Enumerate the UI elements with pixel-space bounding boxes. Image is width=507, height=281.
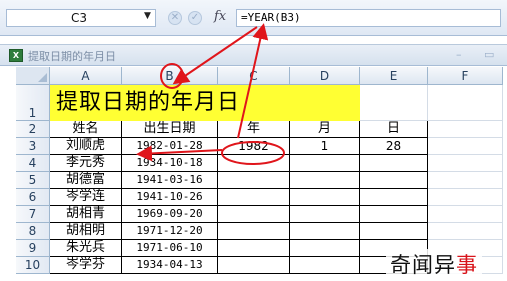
sheet-title-cell[interactable]: 提取日期的年月日 [50, 85, 360, 121]
column-header-f[interactable]: F [428, 67, 503, 85]
month-cell[interactable] [290, 189, 360, 206]
cell[interactable] [428, 206, 503, 223]
column-header-d[interactable]: D [290, 67, 360, 85]
month-cell[interactable]: 1 [290, 138, 360, 155]
month-cell[interactable] [290, 240, 360, 257]
cell[interactable] [428, 189, 503, 206]
name-cell[interactable]: 李元秀 [50, 155, 122, 172]
day-cell[interactable]: 28 [360, 138, 428, 155]
formula-buttons: ✕ ✓ fx [162, 9, 232, 27]
birth-date-cell[interactable]: 1971-12-20 [122, 223, 218, 240]
row-header-5[interactable]: 5 [16, 172, 50, 189]
year-cell[interactable] [218, 189, 290, 206]
day-cell[interactable] [360, 155, 428, 172]
header-cell[interactable]: 姓名 [50, 121, 122, 138]
maximize-button[interactable]: ▭ [484, 48, 494, 61]
name-cell[interactable]: 岑学连 [50, 189, 122, 206]
birth-date-cell[interactable]: 1941-03-16 [122, 172, 218, 189]
workbook-title-bar: X 提取日期的年月日 – ▭ [0, 44, 507, 66]
day-cell[interactable] [360, 223, 428, 240]
birth-date-cell[interactable]: 1982-01-28 [122, 138, 218, 155]
cell[interactable] [428, 121, 503, 138]
cell[interactable] [428, 172, 503, 189]
column-header-b[interactable]: B [122, 67, 218, 85]
row-header-6[interactable]: 6 [16, 189, 50, 206]
column-header-e[interactable]: E [360, 67, 428, 85]
header-cell[interactable]: 月 [290, 121, 360, 138]
select-all-button[interactable] [16, 67, 50, 85]
row-header-7[interactable]: 7 [16, 206, 50, 223]
name-cell[interactable]: 胡相明 [50, 223, 122, 240]
header-cell[interactable]: 年 [218, 121, 290, 138]
day-cell[interactable] [360, 172, 428, 189]
row-header-3[interactable]: 3 [16, 138, 50, 155]
formula-input[interactable]: =YEAR(B3) [236, 9, 501, 27]
day-cell[interactable] [360, 206, 428, 223]
column-header-a[interactable]: A [50, 67, 122, 85]
birth-date-cell[interactable]: 1934-04-13 [122, 257, 218, 274]
insert-function-icon[interactable]: fx [214, 9, 226, 24]
name-cell[interactable]: 胡相青 [50, 206, 122, 223]
name-cell[interactable]: 岑学芬 [50, 257, 122, 274]
name-box[interactable]: C3 [6, 9, 156, 27]
row-header-1[interactable]: 1 [16, 85, 50, 121]
birth-date-cell[interactable]: 1934-10-18 [122, 155, 218, 172]
header-cell[interactable]: 日 [360, 121, 428, 138]
month-cell[interactable] [290, 155, 360, 172]
year-cell[interactable] [218, 206, 290, 223]
year-cell[interactable] [218, 240, 290, 257]
enter-icon[interactable]: ✓ [188, 11, 202, 25]
workbook-title: 提取日期的年月日 [28, 50, 116, 63]
year-cell[interactable] [218, 223, 290, 240]
cell[interactable] [428, 138, 503, 155]
cell[interactable] [428, 85, 503, 121]
year-cell[interactable] [218, 155, 290, 172]
month-cell[interactable] [290, 257, 360, 274]
year-cell[interactable] [218, 257, 290, 274]
cell[interactable] [428, 155, 503, 172]
name-cell[interactable]: 刘顺虎 [50, 138, 122, 155]
formula-bar: C3 ▼ ✕ ✓ fx =YEAR(B3) [0, 0, 507, 36]
watermark: 奇闻异事 [386, 249, 482, 279]
year-cell[interactable]: 1982 [218, 138, 290, 155]
header-cell[interactable]: 出生日期 [122, 121, 218, 138]
birth-date-cell[interactable]: 1969-09-20 [122, 206, 218, 223]
column-header-c[interactable]: C [218, 67, 290, 85]
birth-date-cell[interactable]: 1941-10-26 [122, 189, 218, 206]
cell[interactable] [428, 223, 503, 240]
birth-date-cell[interactable]: 1971-06-10 [122, 240, 218, 257]
month-cell[interactable] [290, 223, 360, 240]
cell[interactable] [360, 85, 428, 121]
minimize-button[interactable]: – [456, 48, 462, 61]
row-header-4[interactable]: 4 [16, 155, 50, 172]
row-header-9[interactable]: 9 [16, 240, 50, 257]
year-cell[interactable] [218, 172, 290, 189]
row-header-2[interactable]: 2 [16, 121, 50, 138]
month-cell[interactable] [290, 206, 360, 223]
cancel-icon[interactable]: ✕ [168, 11, 182, 25]
name-cell[interactable]: 胡德富 [50, 172, 122, 189]
row-header-10[interactable]: 10 [16, 257, 50, 274]
excel-workbook-icon: X [9, 49, 23, 62]
row-header-8[interactable]: 8 [16, 223, 50, 240]
chevron-down-icon[interactable]: ▼ [144, 11, 151, 21]
name-cell[interactable]: 朱光兵 [50, 240, 122, 257]
month-cell[interactable] [290, 172, 360, 189]
day-cell[interactable] [360, 189, 428, 206]
